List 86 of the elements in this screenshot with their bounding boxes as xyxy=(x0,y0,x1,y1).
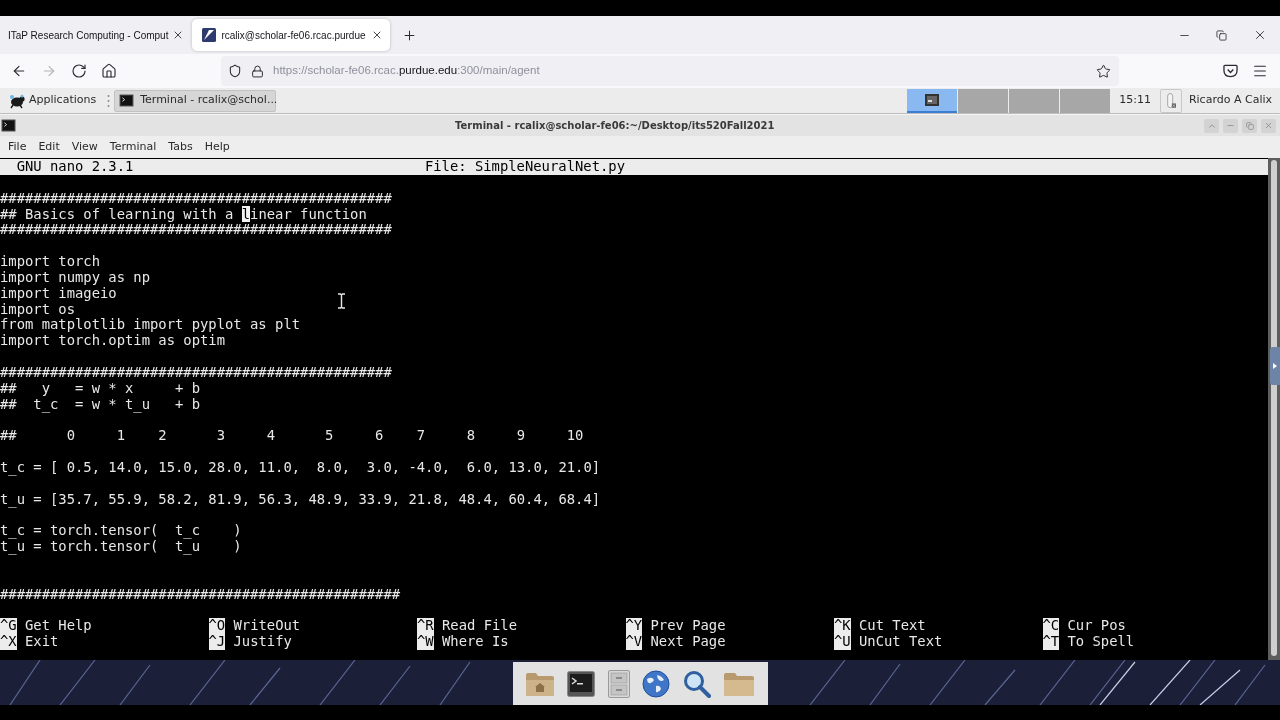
shortcut-label: Next Page xyxy=(650,634,726,650)
shortcut-key: ^O xyxy=(208,618,226,634)
code-line: ############################################### xyxy=(0,222,392,239)
code-line: ## t_c = w * t_u + b xyxy=(0,396,201,413)
drag-handle-icon xyxy=(107,93,111,108)
shield-icon[interactable] xyxy=(228,64,242,78)
site-favicon-icon xyxy=(202,28,217,42)
menu-item[interactable]: Terminal xyxy=(103,138,163,156)
shortcut-label: Get Help xyxy=(25,618,92,634)
shortcut-label: Read File xyxy=(442,618,517,634)
close-window-icon[interactable] xyxy=(1253,28,1267,42)
menu-item[interactable]: View xyxy=(65,138,104,156)
restore-icon xyxy=(1245,121,1254,130)
code-line: t_c = [ 0.5, 14.0, 15.0, 28.0, 11.0, 8.0, 3.0, -4.0, 6.0, 13.0, 21.0] xyxy=(0,459,601,476)
user-name-button[interactable]: Ricardo A Calix xyxy=(1188,92,1272,109)
reload-icon[interactable] xyxy=(71,63,87,79)
side-panel-tab[interactable] xyxy=(1270,347,1280,385)
panel-clock: 15:11 xyxy=(1119,92,1151,109)
code-line: from matplotlib import pyplot as plt xyxy=(0,317,301,334)
shortcut-label: To Spell xyxy=(1067,634,1135,650)
window-thumbnail-icon xyxy=(925,93,940,106)
code-line: import os xyxy=(0,301,75,318)
shortcut-key: ^K xyxy=(834,618,851,634)
window-title: Terminal - rcalix@scholar-fe06:~/Desktop/its520Fall2021 xyxy=(455,119,775,133)
code-line: ############################################### xyxy=(0,190,392,207)
code-line: t_u = [35.7, 55.9, 58.2, 81.9, 56.3, 48.9, 33.9, 21.8, 48.4, 60.4, 68.4] xyxy=(0,491,601,508)
taskbar-window-button[interactable]: Terminal - rcalix@schol... xyxy=(114,89,277,112)
shortcut-key: ^T xyxy=(1042,634,1060,650)
terminal-icon[interactable] xyxy=(567,670,596,697)
nano-filename: File: SimpleNeuralNet.py xyxy=(424,159,625,175)
menu-item[interactable]: Edit xyxy=(32,138,66,156)
shortcut-label: Justify xyxy=(233,634,292,650)
browser-tab[interactable]: rcalix@scholar-fe06.rcac.purdue xyxy=(192,19,390,51)
plus-icon xyxy=(402,27,418,43)
workspace-button[interactable] xyxy=(907,88,958,113)
close-icon xyxy=(1264,121,1273,130)
code-line: import torch.optim as optim xyxy=(0,333,226,350)
bookmark-star-icon[interactable] xyxy=(1096,63,1111,79)
terminal-icon xyxy=(119,94,135,107)
caret-icon xyxy=(1273,363,1277,369)
shortcut-label: Prev Page xyxy=(650,618,726,634)
shortcut-label: UnCut Text xyxy=(859,634,943,650)
code-line: ## Basics of learning with a linear function xyxy=(0,206,367,223)
applications-menu-button[interactable]: Applications xyxy=(6,88,99,113)
home-icon[interactable] xyxy=(101,63,117,79)
menu-icon[interactable] xyxy=(1252,63,1268,79)
code-line: t_c = torch.tensor( t_c ) xyxy=(0,523,242,540)
code-line: ################################################ xyxy=(0,586,401,603)
shortcut-key: ^W xyxy=(417,634,434,650)
code-line: ############################################### xyxy=(0,364,392,381)
menu-item[interactable]: Help xyxy=(198,138,236,156)
code-line: import torch xyxy=(0,254,101,270)
shortcut-key: ^J xyxy=(208,634,226,650)
shortcut-key: ^V xyxy=(625,634,643,650)
browser-tab[interactable]: ITaP Research Computing - Comput xyxy=(1,19,190,51)
code-line: import imageio xyxy=(0,285,117,302)
chevron-shield-icon[interactable] xyxy=(1222,64,1238,78)
home-folder-icon[interactable] xyxy=(524,670,555,697)
restore-icon[interactable] xyxy=(1216,29,1227,41)
menu-item[interactable]: Tabs xyxy=(162,138,199,156)
shortcut-label: Where Is xyxy=(442,634,509,650)
search-icon[interactable] xyxy=(682,669,711,698)
shortcut-key: ^G xyxy=(0,618,17,634)
shortcut-label: Cur Pos xyxy=(1067,618,1126,634)
text-cursor-icon xyxy=(337,293,346,309)
menu-item[interactable]: File xyxy=(2,138,33,156)
lock-icon[interactable] xyxy=(251,64,264,78)
shortcut-label: WriteOut xyxy=(233,618,301,634)
scrollbar[interactable] xyxy=(1268,158,1280,660)
shortcut-key: ^R xyxy=(417,618,434,634)
shortcut-key: ^C xyxy=(1042,618,1060,634)
shortcut-key: ^X xyxy=(0,634,17,650)
code-line: import numpy as np xyxy=(0,269,151,286)
battery-icon[interactable] xyxy=(1165,91,1176,110)
code-line: ## 0 1 2 3 4 5 6 7 8 9 10 xyxy=(0,428,584,445)
shortcut-key: ^Y xyxy=(625,618,643,634)
mouse-logo-icon xyxy=(8,92,26,109)
code-line: t_u = torch.tensor( t_u ) xyxy=(0,539,242,555)
globe-icon[interactable] xyxy=(642,669,671,698)
code-line: ## y = w * x + b xyxy=(0,380,201,397)
shortcut-label: Cut Text xyxy=(859,618,926,634)
address-field[interactable]: https://scholar-fe06.rcac.purdue.edu:300/main/agent xyxy=(221,56,1119,86)
shortcut-label: Exit xyxy=(25,634,59,650)
file-cabinet-icon[interactable] xyxy=(607,669,630,698)
shortcut-key: ^U xyxy=(834,634,851,650)
nano-version: GNU nano 2.3.1 xyxy=(16,159,134,175)
